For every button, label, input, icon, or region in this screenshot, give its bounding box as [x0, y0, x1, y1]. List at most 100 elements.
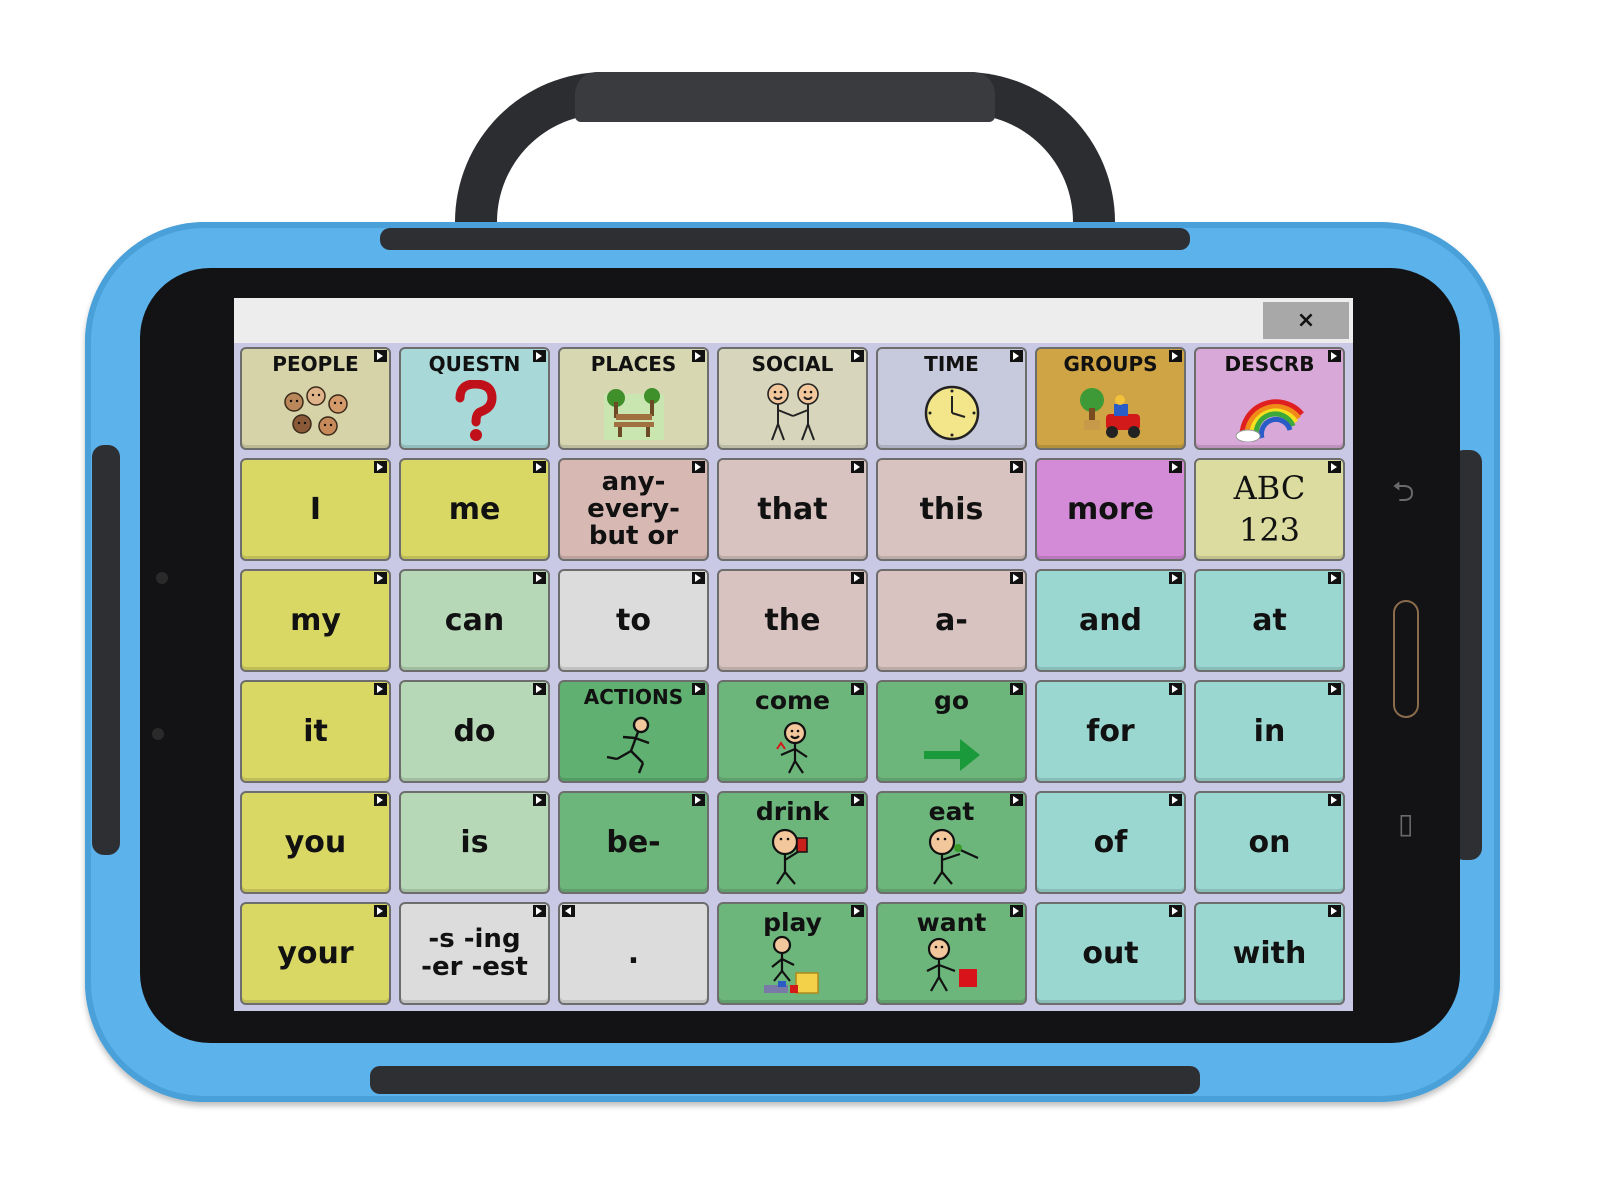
folder-corner-icon	[1328, 350, 1341, 362]
folder-corner-icon	[1169, 572, 1182, 584]
folder-corner-icon	[692, 350, 705, 362]
word-button-out[interactable]: out	[1035, 902, 1186, 1005]
word-button-want[interactable]: want	[876, 902, 1027, 1005]
word-button-a[interactable]: a-	[876, 569, 1027, 672]
folder-corner-icon	[1328, 905, 1341, 917]
folder-corner-icon	[1169, 461, 1182, 473]
title-bar: ×	[234, 298, 1353, 343]
word-button-come[interactable]: come	[717, 680, 868, 783]
word-button-is[interactable]: is	[399, 791, 550, 894]
case-strap-bottom	[370, 1066, 1200, 1094]
word-button-can[interactable]: can	[399, 569, 550, 672]
word-button-time[interactable]: TIME	[876, 347, 1027, 450]
word-button-i[interactable]: I	[240, 458, 391, 561]
word-label: is	[460, 824, 489, 860]
word-button-your[interactable]: your	[240, 902, 391, 1005]
word-button-for[interactable]: for	[1035, 680, 1186, 783]
word-button-do[interactable]: do	[399, 680, 550, 783]
word-button-this[interactable]: this	[876, 458, 1027, 561]
folder-corner-icon	[533, 350, 546, 362]
word-button-abc-123[interactable]: ABC 123	[1194, 458, 1345, 561]
word-label: that	[757, 491, 828, 527]
menu-icon[interactable]: ▯	[1398, 810, 1413, 838]
folder-corner-icon	[851, 683, 864, 695]
word-button-my[interactable]: my	[240, 569, 391, 672]
word-button-go[interactable]: go	[876, 680, 1027, 783]
word-label: me	[448, 491, 501, 527]
right-arrow-icon	[878, 735, 1025, 775]
word-button-people[interactable]: PEOPLE	[240, 347, 391, 450]
word-button-with[interactable]: with	[1194, 902, 1345, 1005]
folder-corner-icon	[374, 572, 387, 584]
word-label: to	[616, 602, 651, 638]
word-label: ACTIONS	[583, 685, 684, 709]
word-label: SOCIAL	[751, 352, 834, 376]
word-label: on	[1248, 824, 1291, 860]
word-label: I	[309, 491, 322, 527]
word-button-of[interactable]: of	[1035, 791, 1186, 894]
folder-corner-icon	[1010, 572, 1023, 584]
word-button-play[interactable]: play	[717, 902, 868, 1005]
word-label: want	[916, 908, 987, 937]
word-button-questn[interactable]: QUESTN	[399, 347, 550, 450]
case-strap-top	[380, 228, 1190, 250]
side-grip-left	[92, 445, 120, 855]
word-button-drink[interactable]: drink	[717, 791, 868, 894]
word-button-the[interactable]: the	[717, 569, 868, 672]
word-label: eat	[928, 797, 975, 826]
word-button-descrb[interactable]: DESCRB	[1194, 347, 1345, 450]
word-label: drink	[755, 797, 830, 826]
word-button-places[interactable]: PLACES	[558, 347, 709, 450]
question-mark-icon	[401, 380, 548, 442]
word-label: DESCRB	[1224, 352, 1315, 376]
close-button[interactable]: ×	[1263, 302, 1349, 339]
folder-corner-icon	[692, 794, 705, 806]
word-button-at[interactable]: at	[1194, 569, 1345, 672]
word-label: .	[627, 935, 640, 971]
folder-corner-icon	[374, 350, 387, 362]
word-label: come	[755, 686, 830, 715]
folder-corner-icon	[851, 572, 864, 584]
word-button-period[interactable]: .	[558, 902, 709, 1005]
word-button-more[interactable]: more	[1035, 458, 1186, 561]
folder-corner-icon	[533, 905, 546, 917]
back-icon[interactable]: ⮌	[1392, 478, 1414, 506]
word-button-s-ing-er-est[interactable]: -s -ing -er -est	[399, 902, 550, 1005]
word-label: and	[1078, 602, 1143, 638]
word-button-any-every-but-or[interactable]: any- every- but or	[558, 458, 709, 561]
word-button-actions[interactable]: ACTIONS	[558, 680, 709, 783]
word-label: you	[284, 824, 347, 860]
word-label: at	[1252, 602, 1287, 638]
folder-corner-icon	[1328, 683, 1341, 695]
word-button-it[interactable]: it	[240, 680, 391, 783]
word-button-on[interactable]: on	[1194, 791, 1345, 894]
word-label: in	[1253, 713, 1286, 749]
word-button-in[interactable]: in	[1194, 680, 1345, 783]
folder-corner-icon	[851, 794, 864, 806]
folder-corner-icon	[533, 683, 546, 695]
word-label: for	[1086, 713, 1135, 749]
word-button-be[interactable]: be-	[558, 791, 709, 894]
word-button-and[interactable]: and	[1035, 569, 1186, 672]
word-label: be-	[606, 824, 661, 860]
word-label: -s -ing -er -est	[421, 924, 528, 982]
drink-person-icon	[719, 824, 866, 886]
word-button-eat[interactable]: eat	[876, 791, 1027, 894]
word-button-to[interactable]: to	[558, 569, 709, 672]
word-button-me[interactable]: me	[399, 458, 550, 561]
home-button[interactable]	[1393, 600, 1419, 718]
word-label: more	[1066, 491, 1154, 527]
toys-icon	[1037, 384, 1184, 442]
folder-corner-icon	[1169, 350, 1182, 362]
folder-corner-icon	[851, 461, 864, 473]
folder-corner-icon	[1328, 794, 1341, 806]
word-label: with	[1232, 935, 1307, 971]
folder-corner-icon	[1169, 683, 1182, 695]
word-button-social[interactable]: SOCIAL	[717, 347, 868, 450]
word-button-that[interactable]: that	[717, 458, 868, 561]
running-person-icon	[560, 715, 707, 775]
word-button-groups[interactable]: GROUPS	[1035, 347, 1186, 450]
folder-corner-icon	[692, 461, 705, 473]
word-button-you[interactable]: you	[240, 791, 391, 894]
folder-corner-icon	[562, 905, 575, 917]
